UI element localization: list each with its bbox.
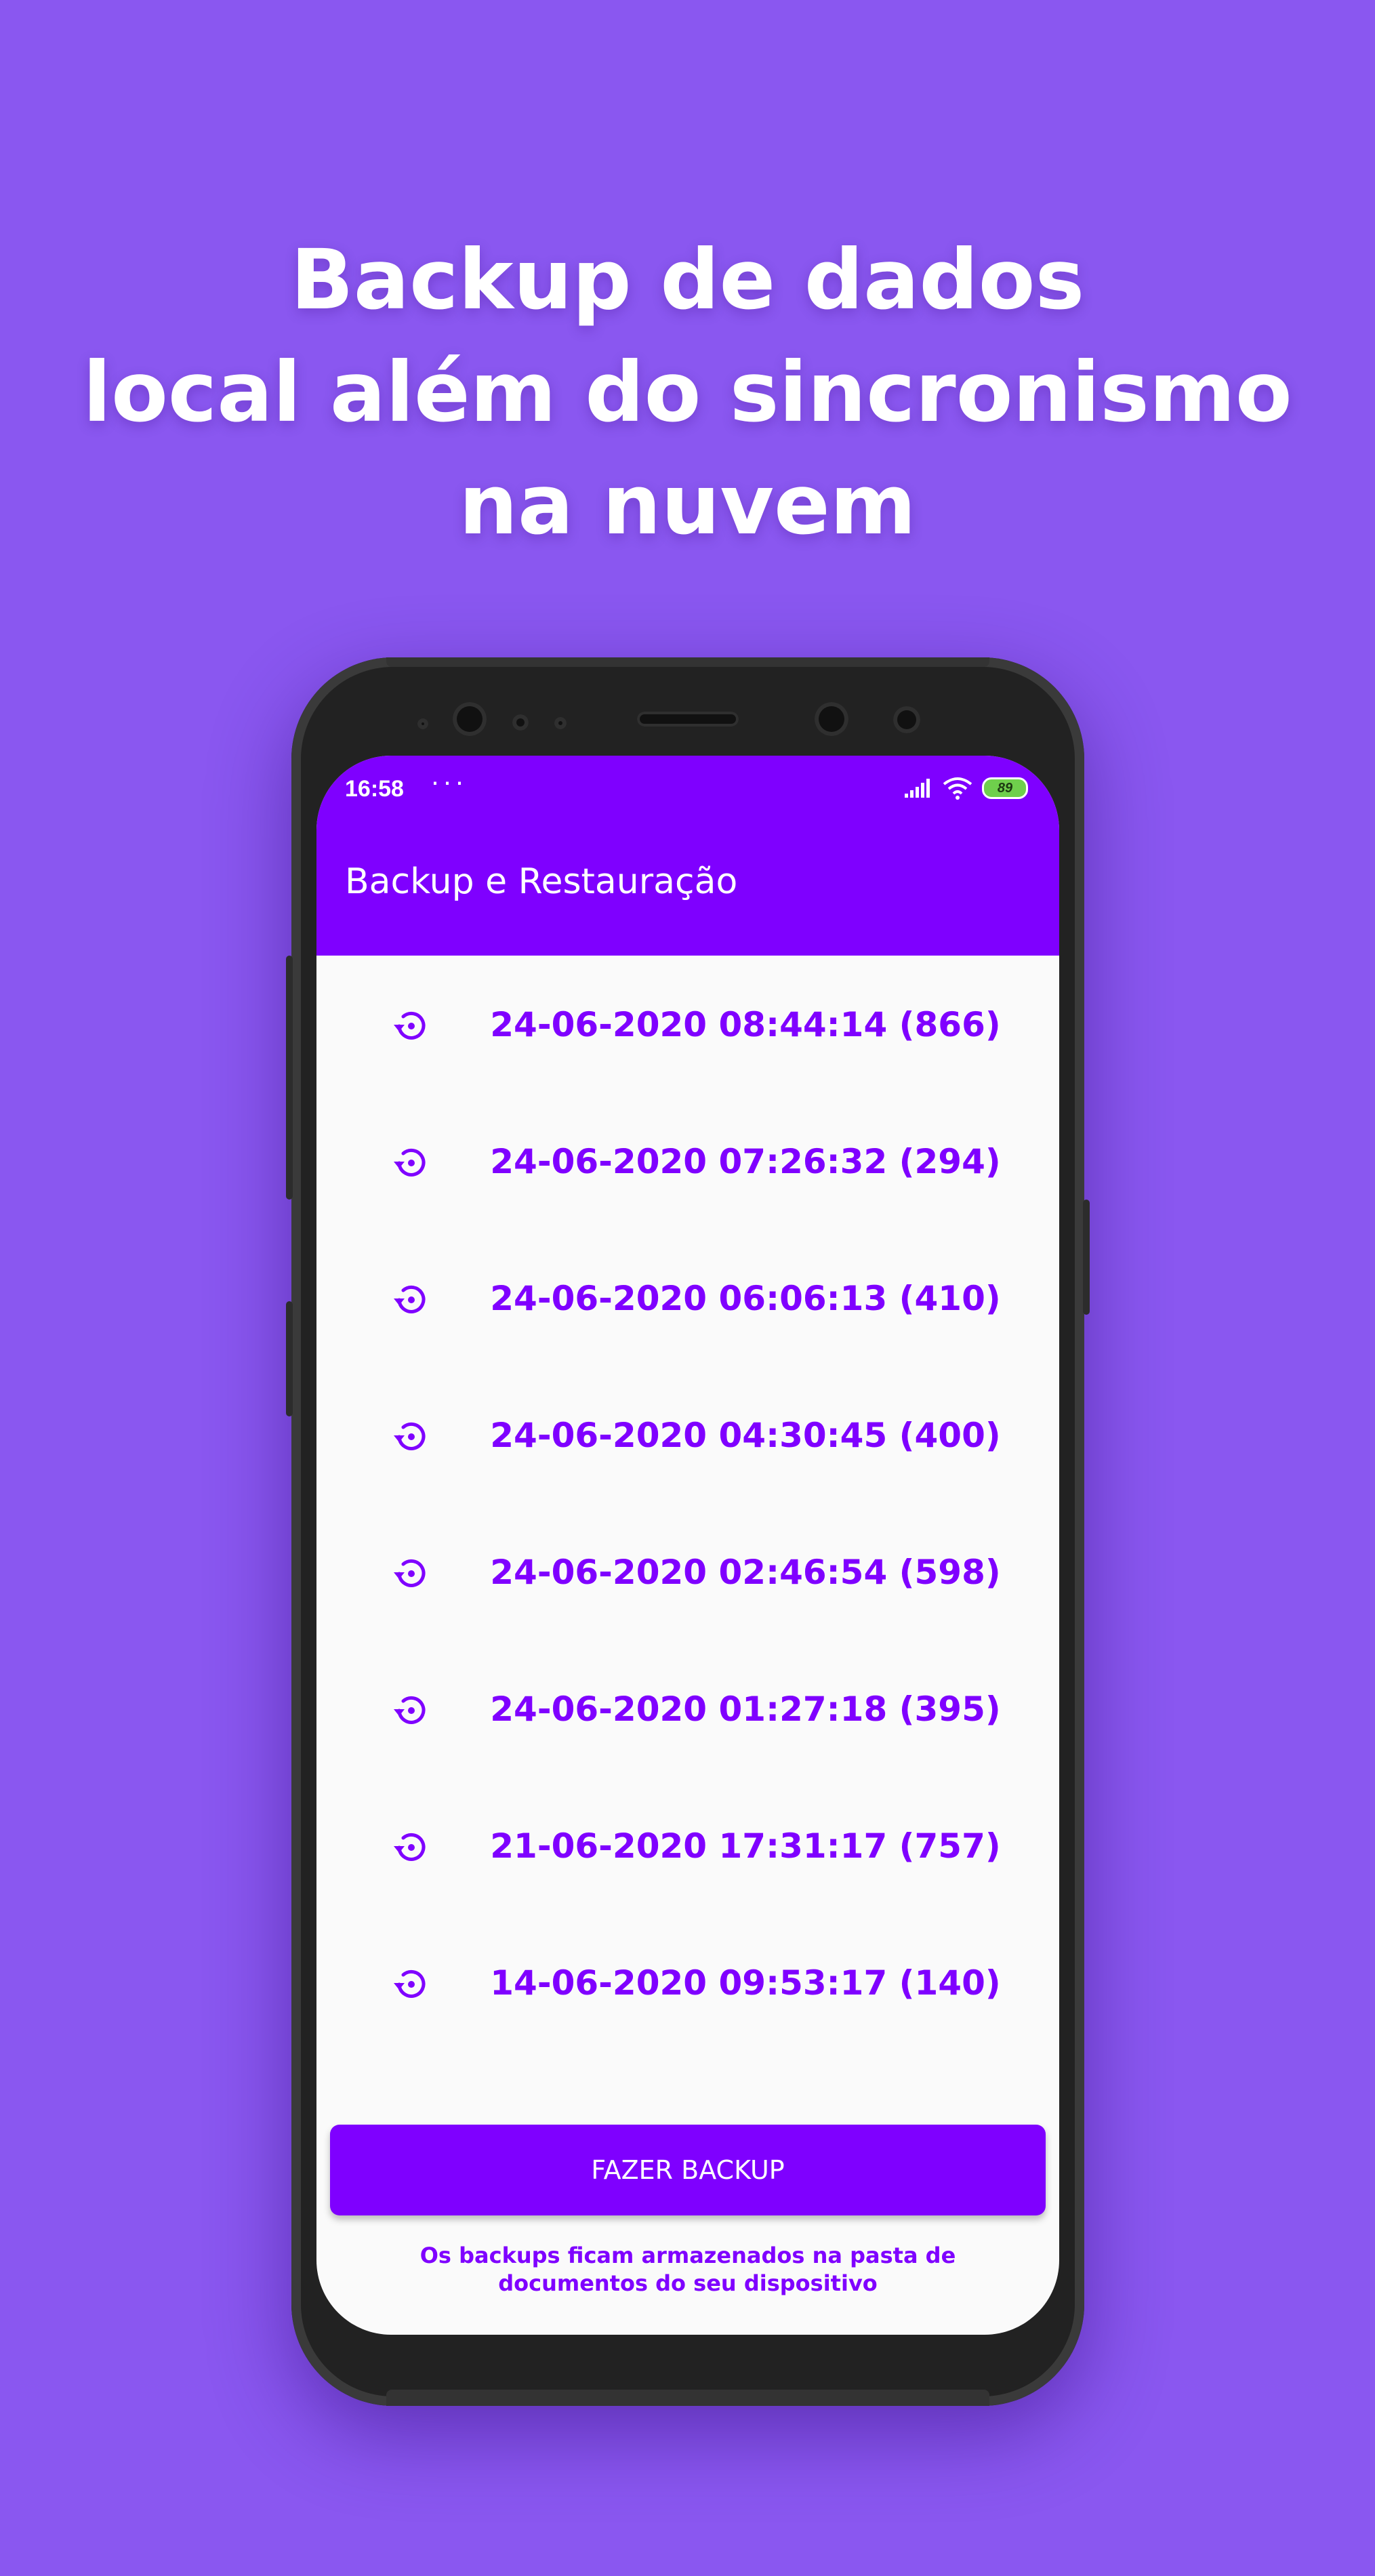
volume-button xyxy=(286,956,293,1200)
backup-entry-label[interactable]: 24-06-2020 04:30:45 (400) xyxy=(459,1415,1032,1456)
backup-location-note: Os backups ficam armazenados na pasta de… xyxy=(419,2243,956,2296)
battery-level: 89 xyxy=(997,780,1013,796)
phone-bottom-edge xyxy=(386,2390,989,2406)
restore-icon[interactable] xyxy=(390,1552,433,1595)
phone-top-edge xyxy=(386,657,989,667)
backup-entry-label[interactable]: 24-06-2020 01:27:18 (395) xyxy=(459,1689,1032,1730)
make-backup-button[interactable]: FAZER BACKUP xyxy=(330,2125,1046,2215)
status-time: 16:58 xyxy=(345,776,404,802)
status-bar: 16:58 ··· 89 xyxy=(316,756,1059,823)
backup-row[interactable]: 24-06-2020 02:46:54 (598) xyxy=(316,1503,1059,1640)
backup-list: 24-06-2020 08:44:14 (866) 24-06-2020 07:2… xyxy=(316,956,1059,2051)
restore-icon[interactable] xyxy=(390,1689,433,1732)
backup-entry-label[interactable]: 24-06-2020 07:26:32 (294) xyxy=(459,1141,1032,1182)
backup-row[interactable]: 24-06-2020 07:26:32 (294) xyxy=(316,1092,1059,1229)
promo-headline: Backup de dados local além do sincronism… xyxy=(0,224,1375,561)
backup-entry-label[interactable]: 24-06-2020 08:44:14 (866) xyxy=(459,1004,1032,1045)
backup-row[interactable]: 24-06-2020 04:30:45 (400) xyxy=(316,1366,1059,1503)
signal-icon xyxy=(905,779,930,798)
backup-row[interactable]: 24-06-2020 01:27:18 (395) xyxy=(316,1640,1059,1777)
backup-entry-label[interactable]: 24-06-2020 06:06:13 (410) xyxy=(459,1278,1032,1319)
sensor-dot xyxy=(554,717,567,729)
phone-screen: 16:58 ··· 89 Backup e Restauração 24-06-… xyxy=(316,756,1059,2335)
front-camera-2 xyxy=(815,702,848,736)
side-button-left xyxy=(286,1301,293,1416)
backup-row[interactable]: 24-06-2020 06:06:13 (410) xyxy=(316,1229,1059,1366)
earpiece-speaker xyxy=(637,712,739,727)
sensor-dot xyxy=(417,718,428,729)
backup-entry-label[interactable]: 21-06-2020 17:31:17 (757) xyxy=(459,1826,1032,1866)
status-icons: 89 xyxy=(903,775,1028,802)
app-bar: 16:58 ··· 89 Backup e Restauração xyxy=(316,756,1059,956)
proximity-sensor xyxy=(893,706,920,733)
restore-icon[interactable] xyxy=(390,1004,433,1048)
backup-entry-label[interactable]: 14-06-2020 09:53:17 (140) xyxy=(459,1963,1032,2003)
wifi-icon xyxy=(943,777,972,800)
restore-icon[interactable] xyxy=(390,1963,433,2006)
restore-icon[interactable] xyxy=(390,1141,433,1185)
backup-entry-label[interactable]: 24-06-2020 02:46:54 (598) xyxy=(459,1552,1032,1593)
backup-row[interactable]: 14-06-2020 09:53:17 (140) xyxy=(316,1914,1059,2051)
restore-icon[interactable] xyxy=(390,1415,433,1458)
notification-dots: ··· xyxy=(430,765,467,797)
restore-icon[interactable] xyxy=(390,1278,433,1322)
battery-icon: 89 xyxy=(982,777,1028,799)
backup-row[interactable]: 21-06-2020 17:31:17 (757) xyxy=(316,1777,1059,1914)
power-button xyxy=(1083,1200,1090,1315)
app-bar-title: Backup e Restauração xyxy=(345,861,738,902)
headline-line-1: Backup de dados xyxy=(290,232,1085,328)
restore-icon[interactable] xyxy=(390,1826,433,1869)
phone-frame: 16:58 ··· 89 Backup e Restauração 24-06-… xyxy=(286,657,1090,2406)
headline-line-3: na nuvem xyxy=(459,457,916,553)
sensor-dot xyxy=(512,714,529,731)
backup-row[interactable]: 24-06-2020 08:44:14 (866) xyxy=(316,956,1059,1092)
front-camera xyxy=(453,702,487,736)
headline-line-2: local além do sincronismo xyxy=(83,344,1292,441)
